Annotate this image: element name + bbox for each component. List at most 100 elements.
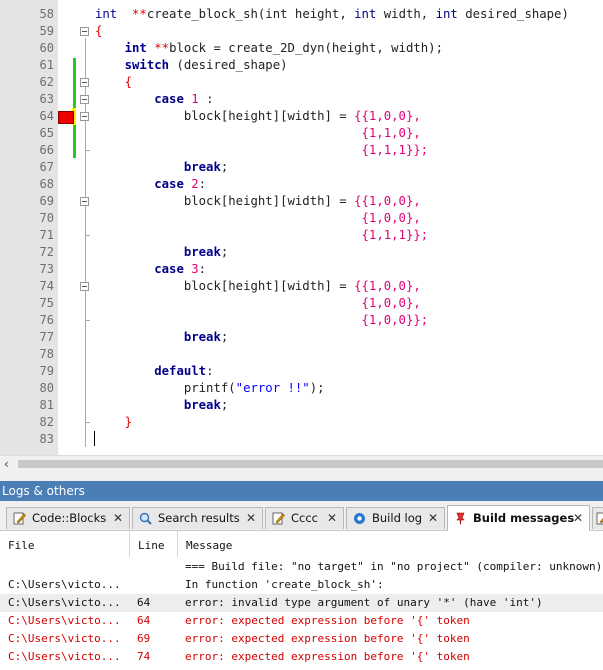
code-token: switch bbox=[124, 58, 170, 72]
code-text[interactable]: case 3: bbox=[95, 261, 206, 278]
fold-toggle-icon[interactable] bbox=[80, 282, 89, 291]
code-text[interactable]: case 2: bbox=[95, 176, 206, 193]
code-token: { bbox=[95, 24, 103, 38]
build-messages-list[interactable]: File Line Message === Build file: "no ta… bbox=[0, 531, 603, 670]
code-line[interactable]: 81 break; bbox=[0, 397, 603, 414]
code-line[interactable]: 60 int **block = create_2D_dyn(height, w… bbox=[0, 40, 603, 57]
message-message: In function 'create_block_sh': bbox=[185, 578, 384, 591]
close-icon[interactable]: ✕ bbox=[327, 508, 337, 529]
tab-overflow[interactable] bbox=[592, 507, 603, 529]
fold-toggle-icon[interactable] bbox=[80, 95, 89, 104]
fold-toggle-icon[interactable] bbox=[80, 197, 89, 206]
fold-end-tick bbox=[85, 320, 90, 321]
code-line[interactable]: 79 default: bbox=[0, 363, 603, 380]
close-icon[interactable]: ✕ bbox=[428, 508, 438, 529]
code-line[interactable]: 59 { bbox=[0, 23, 603, 40]
close-icon[interactable]: ✕ bbox=[573, 506, 583, 531]
code-token: int bbox=[435, 7, 458, 21]
horizontal-scrollbar[interactable]: ‹ bbox=[0, 455, 603, 472]
code-text[interactable]: } bbox=[95, 414, 132, 431]
message-row[interactable]: C:\Users\victo... 64 error: expected expre… bbox=[0, 612, 603, 630]
code-text[interactable]: break; bbox=[95, 397, 228, 414]
code-token: int bbox=[354, 7, 377, 21]
edit-icon bbox=[272, 512, 285, 525]
fold-end-tick bbox=[85, 150, 90, 151]
message-row[interactable]: C:\Users\victo... 74 error: expected expre… bbox=[0, 648, 603, 666]
code-line[interactable]: 69 block[height][width] = {{1,0,0}, bbox=[0, 193, 603, 210]
message-row[interactable]: C:\Users\victo... In function 'create_blo… bbox=[0, 576, 603, 594]
message-row[interactable]: C:\Users\victo... 69 error: expected expre… bbox=[0, 630, 603, 648]
column-header-file[interactable]: File bbox=[0, 531, 130, 557]
line-number: 67 bbox=[39, 160, 54, 174]
code-text[interactable]: case 1 : bbox=[95, 91, 213, 108]
code-line[interactable]: 74 block[height][width] = {{1,0,0}, bbox=[0, 278, 603, 295]
code-line[interactable]: 82 } bbox=[0, 414, 603, 431]
code-text[interactable]: {1,1,1}}; bbox=[95, 142, 429, 159]
scrollbar-thumb[interactable] bbox=[18, 460, 603, 468]
code-text[interactable]: break; bbox=[95, 329, 228, 346]
code-token: block[height][width] = bbox=[95, 279, 355, 293]
code-text[interactable]: break; bbox=[95, 159, 228, 176]
code-line[interactable]: 75 {1,0,0}, bbox=[0, 295, 603, 312]
code-line[interactable]: 58 int **create_block_sh(int height, int … bbox=[0, 6, 603, 23]
line-number: 68 bbox=[39, 177, 54, 191]
code-line[interactable]: 67 break; bbox=[0, 159, 603, 176]
code-text[interactable]: { bbox=[95, 23, 102, 40]
code-text[interactable]: { bbox=[95, 74, 132, 91]
code-token: 2 bbox=[191, 177, 199, 191]
tab-cccc[interactable]: Cccc ✕ bbox=[265, 507, 344, 529]
code-line[interactable]: 76 {1,0,0}}; bbox=[0, 312, 603, 329]
code-text[interactable]: block[height][width] = {{1,0,0}, bbox=[95, 193, 421, 210]
fold-toggle-icon[interactable] bbox=[80, 27, 89, 36]
code-line[interactable]: 78 bbox=[0, 346, 603, 363]
code-line[interactable]: 73 case 3: bbox=[0, 261, 603, 278]
fold-toggle-icon[interactable] bbox=[80, 78, 89, 87]
code-text[interactable]: int **block = create_2D_dyn(height, widt… bbox=[95, 40, 443, 57]
code-text[interactable]: {1,0,0}, bbox=[95, 295, 421, 312]
code-line[interactable]: 83 bbox=[0, 431, 603, 448]
code-line[interactable]: 66 {1,1,1}}; bbox=[0, 142, 603, 159]
code-text[interactable]: {1,1,0}, bbox=[95, 125, 421, 142]
tab-label: Cccc bbox=[291, 511, 318, 525]
code-text[interactable]: default: bbox=[95, 363, 213, 380]
column-header-message[interactable]: Message bbox=[178, 531, 603, 557]
code-line[interactable]: 77 break; bbox=[0, 329, 603, 346]
code-line[interactable]: 64 block[height][width] = {{1,0,0}, bbox=[0, 108, 603, 125]
code-line[interactable]: 61 switch (desired_shape) bbox=[0, 57, 603, 74]
code-line[interactable]: 68 case 2: bbox=[0, 176, 603, 193]
code-text[interactable]: {1,1,1}}; bbox=[95, 227, 429, 244]
column-header-line[interactable]: Line bbox=[130, 531, 178, 557]
code-line[interactable]: 62 { bbox=[0, 74, 603, 91]
code-text[interactable]: int **create_block_sh(int height, int wi… bbox=[95, 6, 569, 23]
tab-code-blocks[interactable]: Code::Blocks ✕ bbox=[6, 507, 130, 529]
code-text[interactable]: {1,0,0}, bbox=[95, 210, 421, 227]
code-editor[interactable]: 58 int **create_block_sh(int height, int … bbox=[0, 0, 603, 455]
code-text[interactable]: block[height][width] = {{1,0,0}, bbox=[95, 278, 421, 295]
tab-build-messages[interactable]: Build messages ✕ bbox=[447, 505, 590, 531]
code-line[interactable]: 72 break; bbox=[0, 244, 603, 261]
code-token: {{1,0,0}, bbox=[354, 279, 421, 293]
code-token: break bbox=[183, 398, 221, 412]
fold-toggle-icon[interactable] bbox=[80, 112, 89, 121]
code-line[interactable]: 80 printf("error !!"); bbox=[0, 380, 603, 397]
code-token: 3 bbox=[191, 262, 199, 276]
scroll-left-icon[interactable]: ‹ bbox=[4, 456, 9, 472]
code-line[interactable]: 71 {1,1,1}}; bbox=[0, 227, 603, 244]
message-row[interactable]: === Build file: "no target" in "no proje… bbox=[0, 558, 603, 576]
code-text[interactable]: {1,0,0}}; bbox=[95, 312, 429, 329]
code-line[interactable]: 63 case 1 : bbox=[0, 91, 603, 108]
code-text[interactable]: printf("error !!"); bbox=[95, 380, 325, 397]
code-text[interactable]: switch (desired_shape) bbox=[95, 57, 288, 74]
close-icon[interactable]: ✕ bbox=[246, 508, 256, 529]
close-icon[interactable]: ✕ bbox=[113, 508, 123, 529]
code-line[interactable]: 70 {1,0,0}, bbox=[0, 210, 603, 227]
message-row[interactable]: C:\Users\victo... 64 error: invalid type a… bbox=[0, 594, 603, 612]
tab-build-log[interactable]: Build log ✕ bbox=[346, 507, 445, 529]
code-line[interactable]: 65 {1,1,0}, bbox=[0, 125, 603, 142]
message-file: C:\Users\victo... bbox=[8, 596, 121, 609]
code-text[interactable]: break; bbox=[95, 244, 228, 261]
code-text[interactable]: block[height][width] = {{1,0,0}, bbox=[95, 108, 421, 125]
tab-search-results[interactable]: Search results ✕ bbox=[132, 507, 263, 529]
